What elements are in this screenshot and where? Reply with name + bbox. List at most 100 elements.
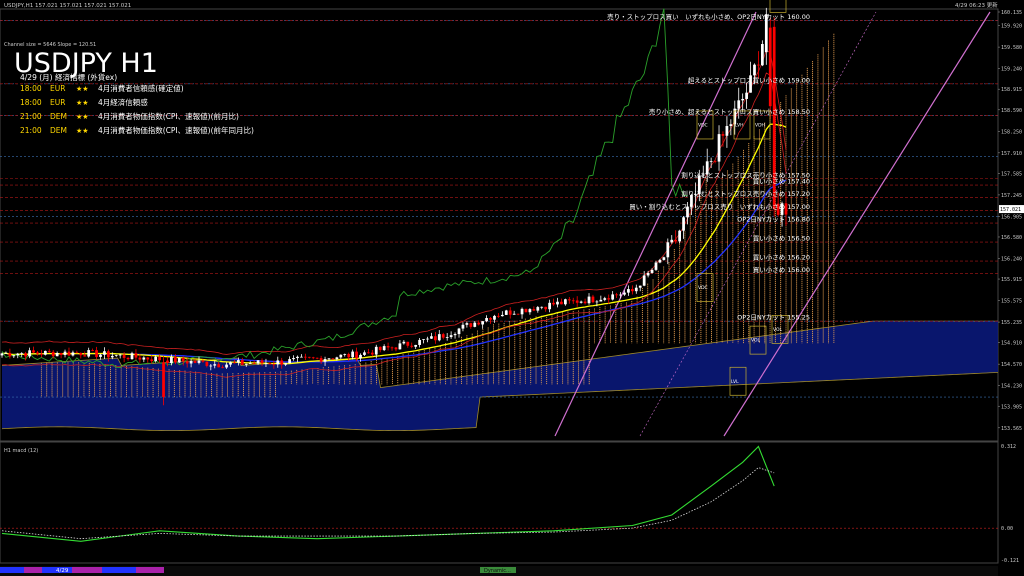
candle-body (529, 309, 532, 312)
candle-body (662, 257, 665, 260)
update-datetime: 4/29 06:23 更新 (955, 1, 998, 9)
candle-body (198, 361, 201, 363)
candle-body (351, 352, 354, 358)
candle-body (20, 353, 23, 354)
window-header: USDJPY,H1 157.021 157.021 157.021 157.02… (4, 3, 131, 9)
annotation-label: 買い小さめ 156.50 (753, 234, 810, 243)
candle-body (473, 323, 476, 327)
macd-pane: H1 macd (12)0.3120.00-0.121 (0, 444, 1019, 564)
candle-body (458, 329, 461, 334)
axis-tick-label: 157.910 (1001, 151, 1022, 157)
candle-body (225, 365, 228, 368)
candle-body (280, 360, 283, 364)
candle-body (572, 300, 575, 301)
candle-body (205, 362, 208, 366)
candle-body (308, 357, 311, 358)
calendar-time: 21:00 (20, 126, 42, 135)
calendar-stars: ★★ (76, 113, 89, 121)
candle-body (36, 352, 39, 353)
annotation-label: 買い小さめ 156.00 (753, 265, 810, 274)
candle-body (107, 351, 110, 357)
candle-body (300, 357, 303, 358)
calendar-currency: EUR (50, 98, 65, 107)
axis-tick-label: 155.575 (1001, 299, 1022, 305)
candle-body (753, 65, 756, 76)
candle-body (111, 356, 114, 357)
candle-body (9, 353, 12, 356)
candle-body (489, 318, 492, 320)
candle-body (186, 361, 189, 363)
timeline-strip[interactable]: 4/29 Dynamic... (0, 566, 998, 576)
annotation-label: 売り・ストップロス買い いずれも小さめ、OP2日NYカット 160.00 (607, 12, 810, 21)
candle-body (414, 345, 417, 347)
candle-body (477, 323, 480, 325)
candle-body (178, 358, 181, 363)
candle-body (647, 273, 650, 276)
box-label: VOL (751, 338, 761, 344)
candle-body (265, 363, 268, 364)
macd-line (2, 447, 774, 542)
axis-tick-label: 156.905 (1001, 214, 1022, 220)
candle-body (714, 161, 717, 162)
candle-body (32, 350, 35, 352)
candle-body (288, 359, 291, 363)
candle-body (276, 360, 279, 364)
candle-body (142, 357, 145, 359)
candle-body (592, 297, 595, 303)
candle-body (367, 352, 370, 353)
candle-body (395, 348, 398, 350)
axis-tick-label: 154.910 (1001, 341, 1022, 347)
candle-body (635, 288, 638, 291)
calendar-currency: DEM (50, 126, 67, 135)
candle-body (170, 357, 173, 363)
candle-body (615, 294, 618, 295)
candle-body (272, 364, 275, 365)
candle-body (316, 358, 319, 359)
candle-body (481, 321, 484, 324)
candle-body (245, 364, 248, 365)
candle-body (115, 355, 118, 356)
calendar-currency: DEM (50, 112, 67, 121)
ichimoku-cloud (2, 321, 998, 430)
axis-tick-label: 155.915 (1001, 277, 1022, 283)
candle-body (446, 337, 449, 338)
candle-body (363, 352, 366, 355)
chart-canvas[interactable]: VDCLVHVDHVDCVOLLVLW DVOL 売り・ストップロス買い いずれ… (0, 0, 1024, 576)
candle-body (174, 357, 177, 363)
candle-body (517, 314, 520, 315)
candle-body (631, 289, 634, 291)
candle-body (72, 352, 75, 355)
candle-body (540, 307, 543, 308)
calendar-stars: ★★ (76, 85, 89, 93)
candle-body (16, 354, 19, 356)
candle-body (75, 352, 78, 353)
candle-body (769, 28, 772, 107)
candle-body (194, 361, 197, 363)
candle-body (418, 340, 421, 345)
candle-body (493, 316, 496, 320)
calendar-stars: ★★ (76, 127, 89, 135)
candle-body (434, 336, 437, 340)
axis-tick-label: 158.250 (1001, 129, 1022, 135)
candle-body (249, 363, 252, 364)
axis-tick-label: 157.245 (1001, 193, 1022, 199)
candle-body (99, 355, 102, 357)
candle-body (438, 334, 441, 340)
bottom-tag-label: Dynamic... (484, 568, 511, 574)
candle-body (221, 367, 224, 368)
candle-body (5, 353, 8, 354)
candle-body (237, 360, 240, 362)
candle-body (1, 353, 4, 355)
macd-axis-label: -0.121 (1001, 558, 1019, 564)
candle-body (643, 275, 646, 285)
calendar-time: 18:00 (20, 84, 42, 93)
calendar-event: 4月消費者信頼感(確定値) (98, 83, 184, 93)
box-label: VDC (698, 285, 708, 291)
candle-body (761, 44, 764, 65)
candle-body (24, 353, 27, 356)
current-price-label: 157.021 (1000, 207, 1021, 213)
candle-body (450, 335, 453, 337)
candle-body (87, 350, 90, 356)
candle-body (466, 323, 469, 325)
candle-body (60, 353, 63, 355)
